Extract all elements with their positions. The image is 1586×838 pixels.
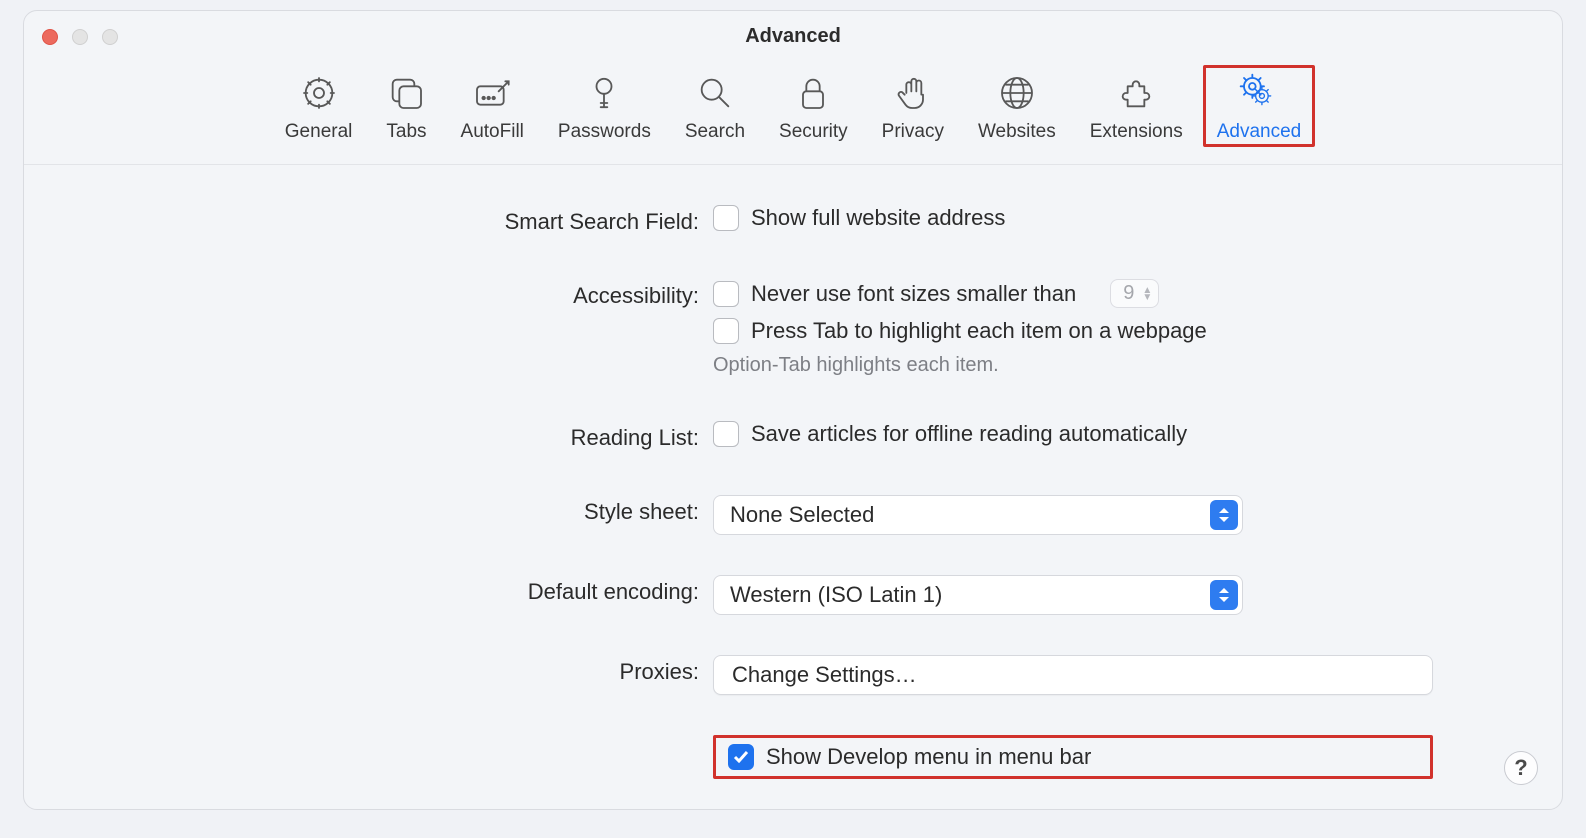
preferences-window: Advanced General Tabs AutoFill Passwor <box>23 10 1563 810</box>
titlebar: Advanced <box>24 11 1562 61</box>
tab-label: Advanced <box>1217 121 1302 143</box>
accessibility-label: Accessibility: <box>153 279 713 309</box>
min-font-size-stepper[interactable]: 9 ▲▼ <box>1110 279 1159 308</box>
accessibility-hint: Option-Tab highlights each item. <box>713 354 1433 377</box>
encoding-value: Western (ISO Latin 1) <box>730 582 942 608</box>
advanced-pane: Smart Search Field: Show full website ad… <box>24 165 1562 791</box>
show-full-url-checkbox[interactable] <box>713 205 739 231</box>
chevron-updown-icon: ▲▼ <box>1142 287 1152 301</box>
window-title: Advanced <box>745 25 841 48</box>
minimize-window-button[interactable] <box>72 29 88 45</box>
maximize-window-button[interactable] <box>102 29 118 45</box>
tab-general[interactable]: General <box>271 65 367 147</box>
tab-websites[interactable]: Websites <box>964 65 1070 147</box>
stylesheet-value: None Selected <box>730 502 874 528</box>
min-font-size-label: Never use font sizes smaller than <box>751 281 1076 307</box>
tab-label: Passwords <box>558 121 651 143</box>
reading-list-offline-label: Save articles for offline reading automa… <box>751 421 1187 447</box>
reading-list-label: Reading List: <box>153 421 713 451</box>
tab-extensions[interactable]: Extensions <box>1076 65 1197 147</box>
tab-label: Search <box>685 121 745 143</box>
close-window-button[interactable] <box>42 29 58 45</box>
smart-search-label: Smart Search Field: <box>153 205 713 235</box>
tab-label: Security <box>779 121 848 143</box>
tab-label: Privacy <box>882 121 944 143</box>
lock-icon <box>793 69 833 117</box>
globe-icon <box>997 69 1037 117</box>
press-tab-highlight-label: Press Tab to highlight each item on a we… <box>751 318 1207 344</box>
puzzle-icon <box>1116 69 1156 117</box>
chevron-updown-icon <box>1210 580 1238 610</box>
min-font-size-value: 9 <box>1123 282 1134 305</box>
tab-privacy[interactable]: Privacy <box>868 65 958 147</box>
tab-autofill[interactable]: AutoFill <box>447 65 538 147</box>
tab-tabs[interactable]: Tabs <box>372 65 440 147</box>
traffic-lights <box>42 29 118 45</box>
stylesheet-select[interactable]: None Selected <box>713 495 1243 535</box>
tab-label: AutoFill <box>461 121 524 143</box>
tab-label: General <box>285 121 353 143</box>
press-tab-highlight-checkbox[interactable] <box>713 318 739 344</box>
tab-search[interactable]: Search <box>671 65 759 147</box>
show-develop-menu-checkbox[interactable] <box>728 744 754 770</box>
tab-label: Extensions <box>1090 121 1183 143</box>
search-icon <box>695 69 735 117</box>
preferences-toolbar: General Tabs AutoFill Passwords Search <box>24 61 1562 165</box>
min-font-size-checkbox[interactable] <box>713 281 739 307</box>
change-proxies-button[interactable]: Change Settings… <box>713 655 1433 695</box>
reading-list-offline-checkbox[interactable] <box>713 421 739 447</box>
key-icon <box>584 69 624 117</box>
chevron-updown-icon <box>1210 500 1238 530</box>
encoding-select[interactable]: Western (ISO Latin 1) <box>713 575 1243 615</box>
gears-icon <box>1239 69 1279 117</box>
help-button[interactable]: ? <box>1504 751 1538 785</box>
tabs-icon <box>386 69 426 117</box>
autofill-icon <box>472 69 512 117</box>
tab-security[interactable]: Security <box>765 65 862 147</box>
hand-icon <box>893 69 933 117</box>
develop-menu-highlight: Show Develop menu in menu bar <box>713 735 1433 779</box>
tab-passwords[interactable]: Passwords <box>544 65 665 147</box>
tab-label: Tabs <box>386 121 426 143</box>
stylesheet-label: Style sheet: <box>153 495 713 525</box>
show-develop-menu-label: Show Develop menu in menu bar <box>766 744 1091 770</box>
encoding-label: Default encoding: <box>153 575 713 605</box>
tab-advanced[interactable]: Advanced <box>1203 65 1316 147</box>
show-full-url-label: Show full website address <box>751 205 1005 231</box>
proxies-label: Proxies: <box>153 655 713 685</box>
gear-icon <box>299 69 339 117</box>
tab-label: Websites <box>978 121 1056 143</box>
